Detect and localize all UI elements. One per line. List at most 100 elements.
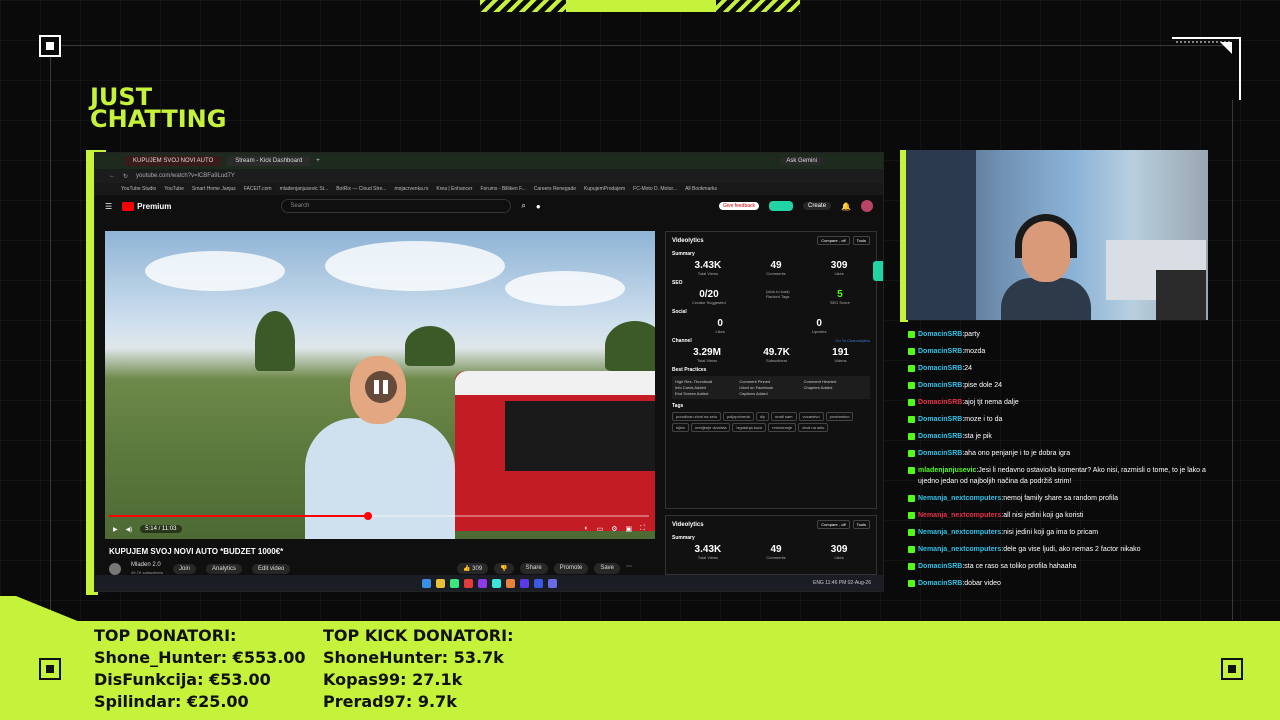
chat-username[interactable]: DomacinSRB [918, 563, 962, 570]
chat-username[interactable]: Nemanja_nextcomputers [918, 546, 1001, 553]
app-icon[interactable] [505, 578, 515, 588]
app-icon[interactable] [477, 578, 487, 588]
account-avatar[interactable] [861, 200, 873, 212]
chat-username[interactable]: DomacinSRB [918, 399, 962, 406]
create-button[interactable]: Create [803, 202, 832, 210]
tag-chip[interactable]: sljive [672, 423, 689, 432]
youtube-logo[interactable]: Premium [122, 201, 171, 211]
join-button[interactable]: Join [173, 564, 197, 574]
chat-username[interactable]: DomacinSRB [918, 433, 962, 440]
tag-chip[interactable]: renoviranje [768, 423, 797, 432]
settings-icon[interactable]: ⚙ [611, 525, 617, 533]
compare-toggle[interactable]: Compare - off [817, 520, 850, 529]
start-icon[interactable] [421, 578, 431, 588]
bookmark-item[interactable]: FACEIT.com [244, 186, 272, 192]
promote-button[interactable]: Promote [553, 563, 589, 574]
tools-dropdown[interactable]: Tools [852, 520, 870, 529]
chat-username[interactable]: DomacinSRB [918, 365, 962, 372]
chat-message: DomacinSRB:mozda [908, 343, 1208, 360]
chat-username[interactable]: DomacinSRB [918, 348, 962, 355]
compare-toggle[interactable]: Compare - off [817, 236, 850, 245]
tag-chip[interactable]: porodican zivot na selu [672, 412, 721, 421]
bookmark-item[interactable]: All Bookmarks [685, 186, 717, 192]
channel-avatar[interactable] [109, 563, 121, 575]
menu-icon[interactable]: ☰ [105, 202, 112, 211]
chat-username[interactable]: DomacinSRB [918, 331, 962, 338]
tag-chip[interactable]: vocarstvo [798, 412, 824, 421]
mic-icon[interactable]: ● [536, 202, 541, 211]
back-icon[interactable]: ← [109, 173, 115, 179]
url-text[interactable]: youtube.com/watch?v=lCBFa9Lud7Y [136, 173, 235, 179]
tag-chip[interactable]: povrtarstvo [825, 412, 854, 421]
tab-youtube[interactable]: KUPUJEM SVOJ NOVI AUTO [125, 156, 222, 166]
chat-username[interactable]: mladenjanjusevic [918, 467, 976, 474]
stream-category: JUST CHATTING [90, 85, 226, 131]
vidiq-side-icon[interactable] [873, 261, 883, 281]
notifications-icon[interactable]: 🔔 [841, 202, 851, 211]
edit-video-button[interactable]: Edit video [252, 564, 291, 574]
tag-chip[interactable]: uradi sam [770, 412, 797, 421]
tag-chip[interactable]: diy [755, 412, 769, 421]
tag-chip[interactable]: poljoprivreda [722, 412, 754, 421]
channel-name[interactable]: Mladen 2.0 [131, 562, 163, 569]
ask-gemini-button[interactable]: Ask Gemini [780, 157, 823, 165]
share-button[interactable]: Share [519, 563, 548, 574]
dislike-icon[interactable]: 👎 [494, 563, 514, 574]
bookmark-item[interactable]: Forums - Billiken F... [480, 186, 525, 192]
fullscreen-icon[interactable]: ⛶ [640, 525, 645, 533]
analytics-button[interactable]: Analytics [206, 564, 243, 574]
chat-username[interactable]: Nemanja_nextcomputers [918, 495, 1001, 502]
play-icon[interactable]: ▶ [113, 526, 118, 533]
bookmark-item[interactable]: mojacrvenka.rs [395, 186, 429, 192]
tools-dropdown[interactable]: Tools [852, 236, 870, 245]
tag-chip[interactable]: izgradnja kuce [732, 423, 767, 432]
chat-text: DomacinSRB:party [918, 326, 980, 343]
bookmark-item[interactable]: Smart Home Janjus [192, 186, 236, 192]
pause-icon[interactable] [365, 371, 397, 403]
go-to-channelytics-link[interactable]: Go To Channelytics [835, 338, 870, 344]
captions-icon[interactable]: ▭ [597, 525, 604, 533]
bookmark-item[interactable]: FC-Moto D. Motor... [633, 186, 677, 192]
media-encoder-icon[interactable] [547, 578, 557, 588]
chat-username[interactable]: DomacinSRB [918, 580, 962, 587]
search-icon[interactable]: ⌕ [521, 201, 525, 211]
bookmark-item[interactable]: BotRix — Cloud Stre... [336, 186, 386, 192]
app-icon[interactable] [449, 578, 459, 588]
bookmark-item[interactable]: mladenjanjusevic St... [280, 186, 329, 192]
reload-icon[interactable]: ↻ [123, 173, 128, 180]
address-bar[interactable]: ← ↻ youtube.com/watch?v=lCBFa9Lud7Y [95, 169, 883, 183]
chat-username[interactable]: DomacinSRB [918, 416, 962, 423]
bookmark-item[interactable]: Careers Renegade [534, 186, 576, 192]
app-icon[interactable] [491, 578, 501, 588]
chrome-icon[interactable] [463, 578, 473, 588]
chat-username[interactable]: DomacinSRB [918, 450, 962, 457]
vidiq-toggle-icon[interactable] [769, 201, 794, 211]
chat-username[interactable]: DomacinSRB [918, 382, 962, 389]
tag-chip[interactable]: zivot na selu [798, 423, 829, 432]
chat-message: DomacinSRB:moze i to da [908, 411, 1208, 428]
chat-username[interactable]: Nemanja_nextcomputers [918, 512, 1001, 519]
premiere-icon[interactable] [519, 578, 529, 588]
new-tab-icon[interactable]: + [316, 158, 320, 164]
bookmark-item[interactable]: Krea | Enhancer [436, 186, 472, 192]
more-icon[interactable]: ⋯ [626, 563, 632, 574]
chat-username[interactable]: Nemanja_nextcomputers [918, 529, 1001, 536]
video-progress-bar[interactable] [109, 512, 649, 520]
bookmark-item[interactable]: YouTube [164, 186, 184, 192]
search-input[interactable]: Search [281, 199, 512, 213]
volume-icon[interactable]: ◀) [126, 526, 133, 533]
truck-interior [505, 401, 655, 471]
tab-kick-dashboard[interactable]: Stream - Kick Dashboard [227, 156, 311, 166]
autoplay-toggle-icon[interactable]: ◐ [584, 525, 588, 533]
bookmark-item[interactable]: KupujemProdajem [584, 186, 625, 192]
save-button[interactable]: Save [594, 563, 621, 574]
like-button[interactable]: 👍 309 [457, 563, 489, 574]
video-player[interactable]: ▶ ◀) 5:14 / 11:03 ◐ ▭ ⚙ ▣ ⛶ [105, 231, 655, 539]
bookmark-item[interactable]: YouTube Studio [121, 186, 156, 192]
file-explorer-icon[interactable] [435, 578, 445, 588]
miniplayer-icon[interactable]: ▣ [625, 525, 632, 533]
tag-chip[interactable]: uredjenje dvorista [690, 423, 731, 432]
chat-message: DomacinSRB:party [908, 326, 1208, 343]
give-feedback-button[interactable]: Give feedback [719, 202, 760, 210]
photoshop-icon[interactable] [533, 578, 543, 588]
